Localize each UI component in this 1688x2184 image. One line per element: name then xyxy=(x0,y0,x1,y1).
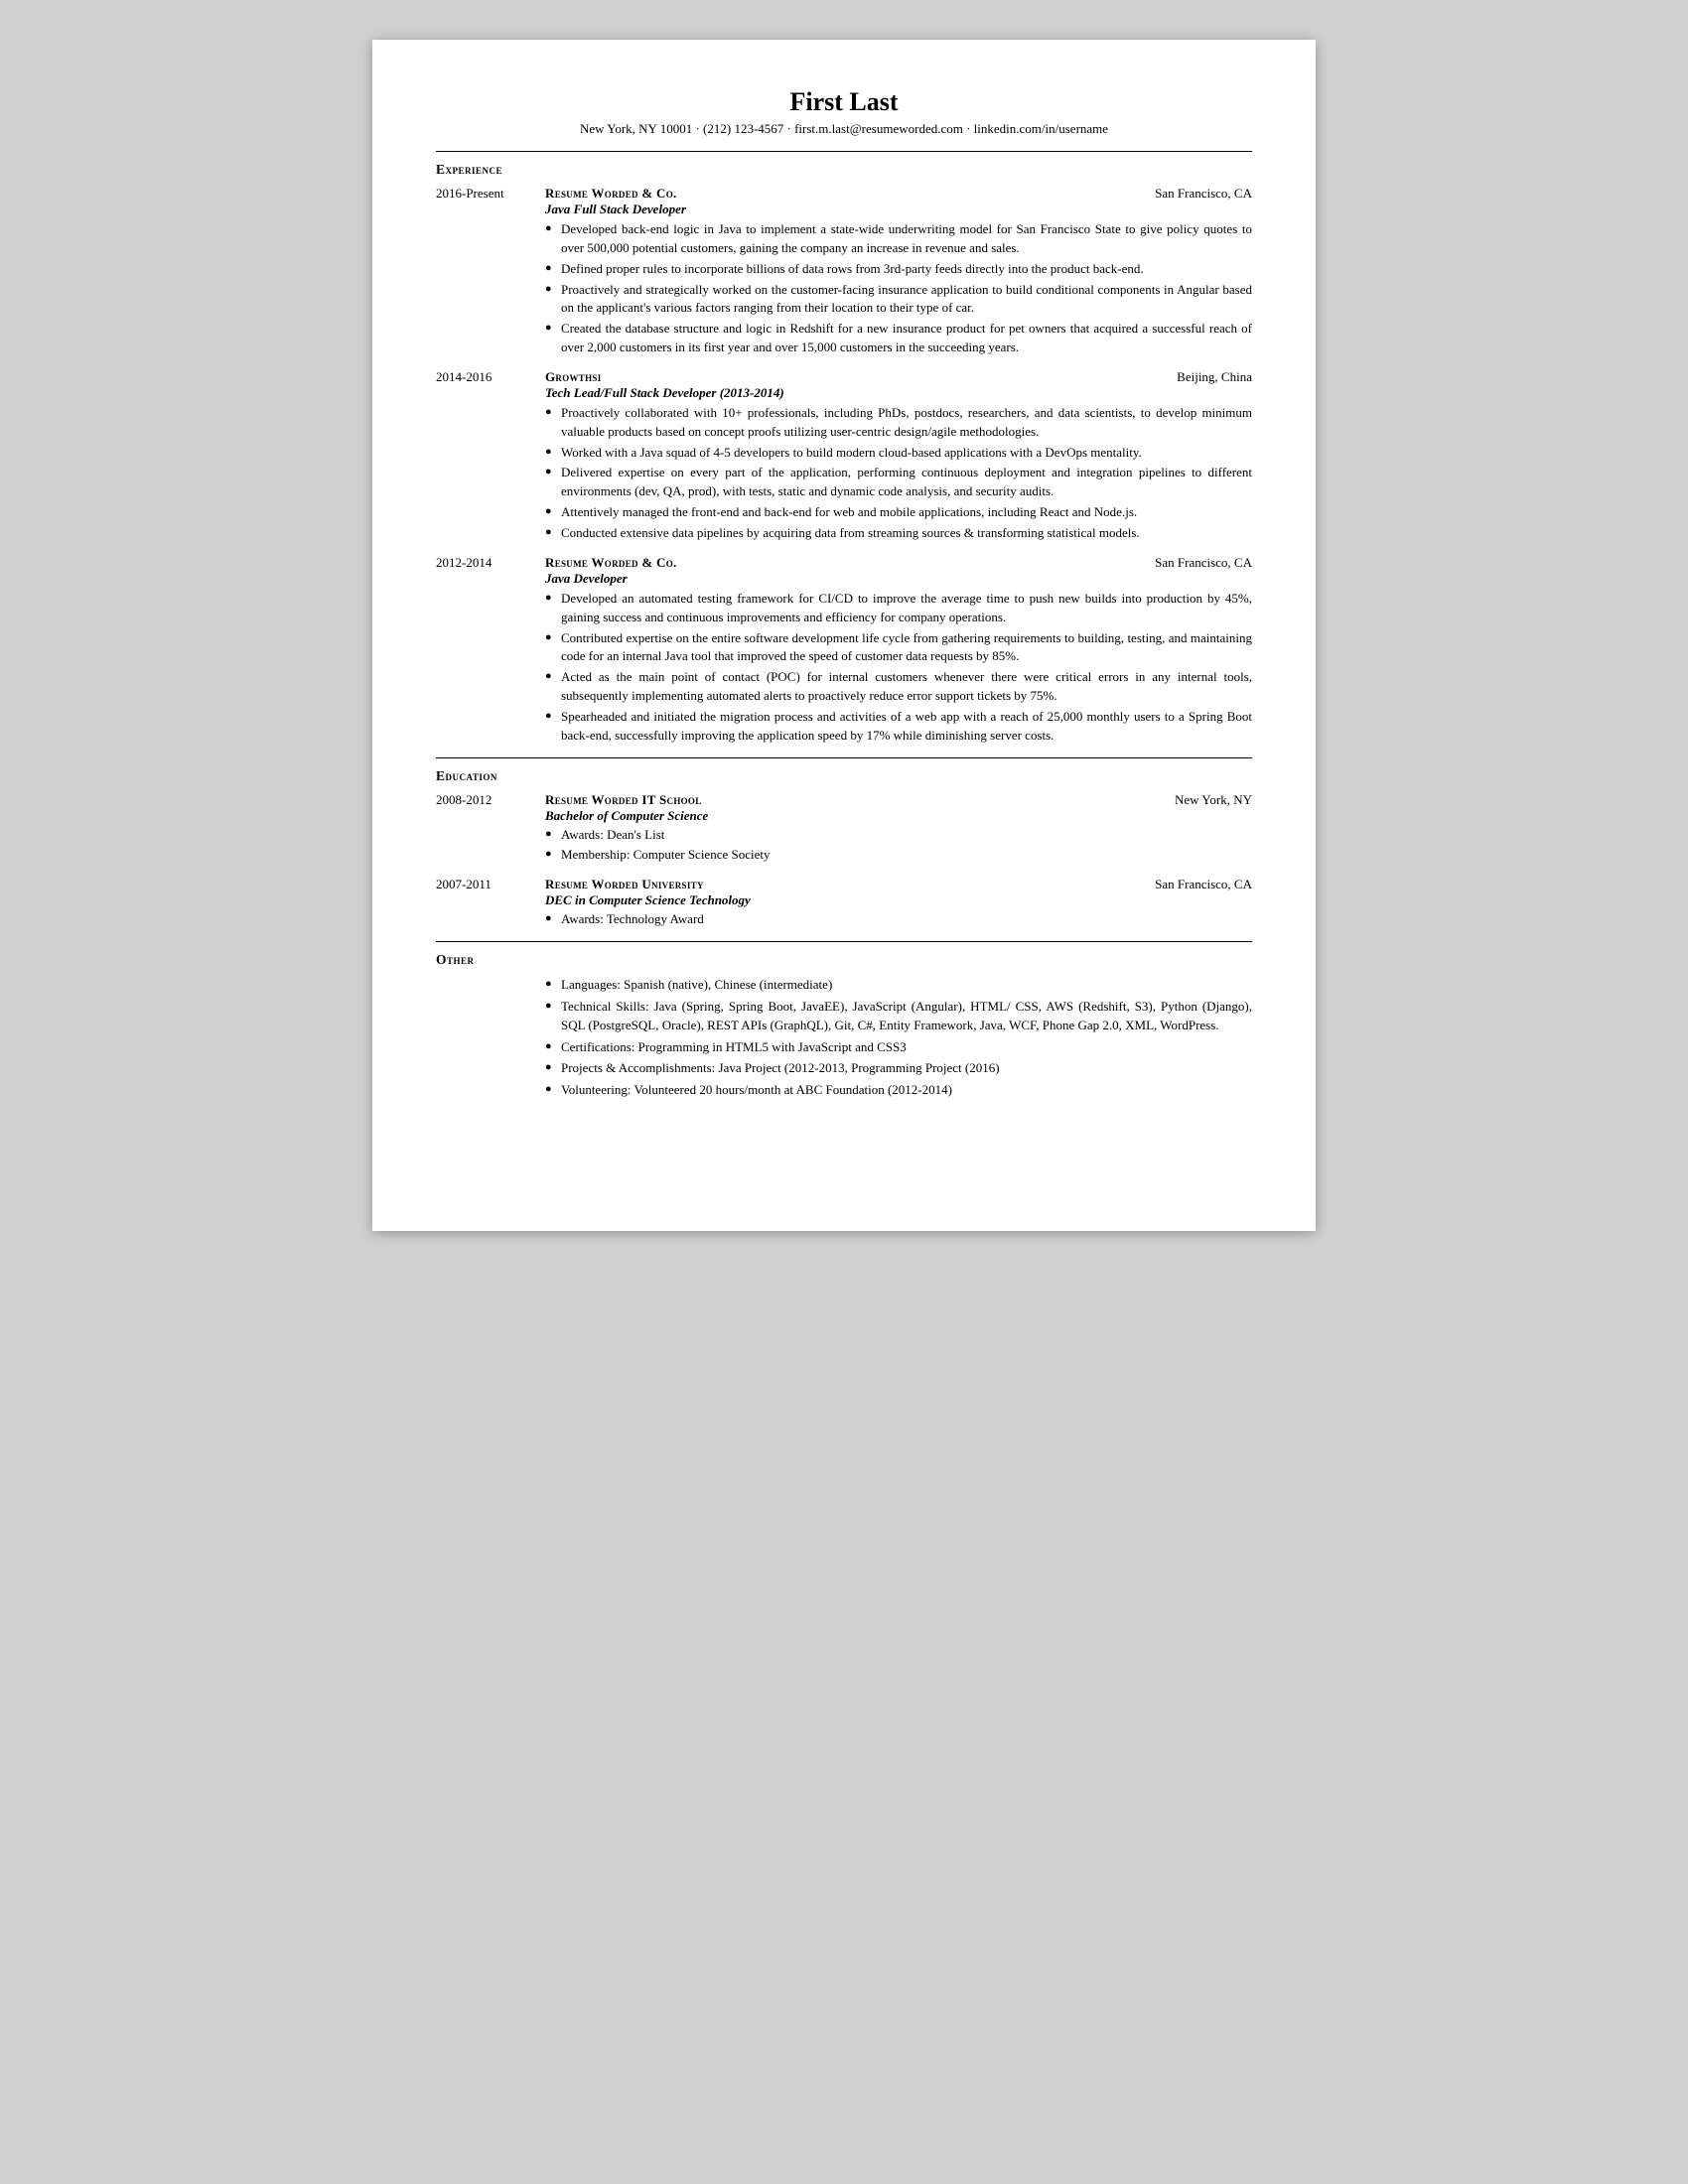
experience-location-3: San Francisco, CA xyxy=(1155,555,1252,571)
experience-header-row-2: Growthsi Beijing, China xyxy=(545,369,1252,385)
resume-page: First Last New York, NY 10001 · (212) 12… xyxy=(372,40,1316,1231)
experience-section-label: Experience xyxy=(436,162,1252,178)
experience-title-3: Java Developer xyxy=(545,571,1252,587)
bullet: Proactively and strategically worked on … xyxy=(545,281,1252,319)
other-bullet-skills: Technical Skills: Java (Spring, Spring B… xyxy=(545,998,1252,1035)
education-entry-1: 2008-2012 Resume Worded IT School New Yo… xyxy=(436,792,1252,868)
education-date-1: 2008-2012 xyxy=(436,792,545,868)
experience-company-3: Resume Worded & Co. xyxy=(545,555,677,571)
other-bullet-languages: Languages: Spanish (native), Chinese (in… xyxy=(545,976,1252,995)
experience-location-1: San Francisco, CA xyxy=(1155,186,1252,202)
experience-body-1: Resume Worded & Co. San Francisco, CA Ja… xyxy=(545,186,1252,359)
experience-company-1: Resume Worded & Co. xyxy=(545,186,677,202)
education-degree-1: Bachelor of Computer Science xyxy=(545,808,1252,824)
education-bullets-1: Awards: Dean's List Membership: Computer… xyxy=(545,826,1252,866)
education-school-2: Resume Worded University xyxy=(545,877,704,892)
experience-body-3: Resume Worded & Co. San Francisco, CA Ja… xyxy=(545,555,1252,748)
bullet: Created the database structure and logic… xyxy=(545,320,1252,357)
bullet: Attentively managed the front-end and ba… xyxy=(545,503,1252,522)
bullet: Acted as the main point of contact (POC)… xyxy=(545,668,1252,706)
experience-title-2: Tech Lead/Full Stack Developer (2013-201… xyxy=(545,385,1252,401)
contact-info: New York, NY 10001 · (212) 123-4567 · fi… xyxy=(436,121,1252,137)
bullet: Developed back-end logic in Java to impl… xyxy=(545,220,1252,258)
experience-entry-3: 2012-2014 Resume Worded & Co. San Franci… xyxy=(436,555,1252,748)
education-location-2: San Francisco, CA xyxy=(1155,877,1252,892)
education-header-row-2: Resume Worded University San Francisco, … xyxy=(545,877,1252,892)
bullet: Awards: Dean's List xyxy=(545,826,1252,845)
other-section-label: Other xyxy=(436,952,1252,968)
bullet: Developed an automated testing framework… xyxy=(545,590,1252,627)
experience-bullets-3: Developed an automated testing framework… xyxy=(545,590,1252,746)
education-bullets-2: Awards: Technology Award xyxy=(545,910,1252,929)
other-bullets: Languages: Spanish (native), Chinese (in… xyxy=(545,976,1252,1100)
bullet: Awards: Technology Award xyxy=(545,910,1252,929)
header-divider xyxy=(436,151,1252,152)
education-school-1: Resume Worded IT School xyxy=(545,792,702,808)
bullet: Contributed expertise on the entire soft… xyxy=(545,629,1252,667)
education-section: Education 2008-2012 Resume Worded IT Sch… xyxy=(436,768,1252,932)
experience-title-1: Java Full Stack Developer xyxy=(545,202,1252,217)
other-section: Other Languages: Spanish (native), Chine… xyxy=(436,952,1252,1100)
bullet: Worked with a Java squad of 4-5 develope… xyxy=(545,444,1252,463)
experience-company-2: Growthsi xyxy=(545,369,602,385)
experience-location-2: Beijing, China xyxy=(1177,369,1252,385)
other-bullet-certifications: Certifications: Programming in HTML5 wit… xyxy=(545,1038,1252,1057)
bullet: Defined proper rules to incorporate bill… xyxy=(545,260,1252,279)
experience-entry-2: 2014-2016 Growthsi Beijing, China Tech L… xyxy=(436,369,1252,545)
resume-header: First Last New York, NY 10001 · (212) 12… xyxy=(436,87,1252,137)
bullet: Proactively collaborated with 10+ profes… xyxy=(545,404,1252,442)
bullet: Delivered expertise on every part of the… xyxy=(545,464,1252,501)
education-location-1: New York, NY xyxy=(1175,792,1252,808)
education-entry-2: 2007-2011 Resume Worded University San F… xyxy=(436,877,1252,931)
other-bullet-volunteering: Volunteering: Volunteered 20 hours/month… xyxy=(545,1081,1252,1100)
experience-bullets-2: Proactively collaborated with 10+ profes… xyxy=(545,404,1252,543)
bullet: Membership: Computer Science Society xyxy=(545,846,1252,865)
experience-header-row-1: Resume Worded & Co. San Francisco, CA xyxy=(545,186,1252,202)
education-section-label: Education xyxy=(436,768,1252,784)
education-header-row-1: Resume Worded IT School New York, NY xyxy=(545,792,1252,808)
experience-section: Experience 2016-Present Resume Worded & … xyxy=(436,162,1252,748)
education-date-2: 2007-2011 xyxy=(436,877,545,931)
experience-body-2: Growthsi Beijing, China Tech Lead/Full S… xyxy=(545,369,1252,545)
experience-bullets-1: Developed back-end logic in Java to impl… xyxy=(545,220,1252,357)
experience-date-3: 2012-2014 xyxy=(436,555,545,748)
education-divider xyxy=(436,941,1252,942)
experience-date-2: 2014-2016 xyxy=(436,369,545,545)
experience-date-1: 2016-Present xyxy=(436,186,545,359)
experience-entry-1: 2016-Present Resume Worded & Co. San Fra… xyxy=(436,186,1252,359)
candidate-name: First Last xyxy=(436,87,1252,117)
other-bullet-projects: Projects & Accomplishments: Java Project… xyxy=(545,1059,1252,1078)
education-degree-2: DEC in Computer Science Technology xyxy=(545,892,1252,908)
experience-divider xyxy=(436,757,1252,758)
education-body-1: Resume Worded IT School New York, NY Bac… xyxy=(545,792,1252,868)
other-content: Languages: Spanish (native), Chinese (in… xyxy=(545,976,1252,1100)
experience-header-row-3: Resume Worded & Co. San Francisco, CA xyxy=(545,555,1252,571)
bullet: Spearheaded and initiated the migration … xyxy=(545,708,1252,746)
education-body-2: Resume Worded University San Francisco, … xyxy=(545,877,1252,931)
bullet: Conducted extensive data pipelines by ac… xyxy=(545,524,1252,543)
